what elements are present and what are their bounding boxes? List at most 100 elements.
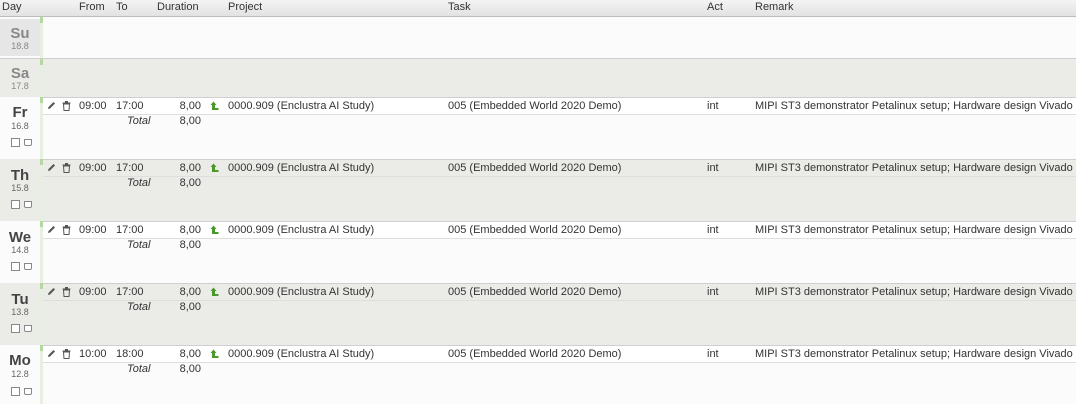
pencil-icon[interactable] <box>47 287 56 296</box>
header-project[interactable]: Project <box>228 1 262 13</box>
header-from[interactable]: From <box>79 1 105 13</box>
day-add-bar[interactable] <box>40 17 43 58</box>
day-thursday: Th 15.8 09:00 17:00 8,00 0000.909 (Enclu… <box>0 159 1076 221</box>
day-name: Sa <box>10 65 30 82</box>
header-remark[interactable]: Remark <box>755 1 794 13</box>
cup-icon[interactable] <box>24 139 32 146</box>
time-entry-row[interactable]: 10:00 18:00 8,00 0000.909 (Enclustra AI … <box>43 346 1076 363</box>
green-arrow-icon[interactable] <box>210 287 219 297</box>
entry-task: 005 (Embedded World 2020 Demo) <box>448 286 622 298</box>
total-label: Total <box>127 177 151 189</box>
entry-duration: 8,00 <box>179 286 201 298</box>
day-total: 8,00 <box>179 115 201 127</box>
entry-to: 17:00 <box>116 162 144 174</box>
green-arrow-icon[interactable] <box>210 163 219 173</box>
copy-icon[interactable] <box>11 324 20 333</box>
entry-task: 005 (Embedded World 2020 Demo) <box>448 224 622 236</box>
cup-icon[interactable] <box>24 263 32 270</box>
entry-duration: 8,00 <box>179 100 201 112</box>
entry-act: int <box>707 100 719 112</box>
trash-icon[interactable] <box>62 101 71 111</box>
day-date: 13.8 <box>11 307 29 317</box>
entry-from: 09:00 <box>79 100 107 112</box>
day-add-bar[interactable] <box>40 59 43 97</box>
day-date: 16.8 <box>11 121 29 131</box>
day-date: 14.8 <box>11 245 29 255</box>
day-date: 18.8 <box>11 41 29 51</box>
time-entry-row[interactable]: 09:00 17:00 8,00 0000.909 (Enclustra AI … <box>43 284 1076 301</box>
entry-duration: 8,00 <box>179 224 201 236</box>
header-duration[interactable]: Duration <box>157 1 199 13</box>
copy-icon[interactable] <box>11 138 20 147</box>
entry-to: 17:00 <box>116 224 144 236</box>
entry-project[interactable]: 0000.909 (Enclustra AI Study) <box>228 348 374 360</box>
cup-icon[interactable] <box>24 388 32 395</box>
entry-from: 09:00 <box>79 224 107 236</box>
table-header: Day From To Duration Project Task Act Re… <box>0 0 1076 17</box>
day-monday: Mo 12.8 10:00 18:00 8,00 0000.909 (Enclu… <box>0 345 1076 404</box>
day-tuesday: Tu 13.8 09:00 17:00 8,00 0000.909 (Enclu… <box>0 283 1076 345</box>
copy-icon[interactable] <box>11 262 20 271</box>
entry-task: 005 (Embedded World 2020 Demo) <box>448 100 622 112</box>
pencil-icon[interactable] <box>47 163 56 172</box>
time-entry-row[interactable]: 09:00 17:00 8,00 0000.909 (Enclustra AI … <box>43 160 1076 177</box>
green-arrow-icon[interactable] <box>210 225 219 235</box>
green-arrow-icon[interactable] <box>210 349 219 359</box>
green-arrow-icon[interactable] <box>210 101 219 111</box>
entry-remark: MIPI ST3 demonstrator Petalinux setup; H… <box>755 162 1073 174</box>
trash-icon[interactable] <box>62 349 71 359</box>
entry-to: 17:00 <box>116 286 144 298</box>
entry-act: int <box>707 286 719 298</box>
pencil-icon[interactable] <box>47 349 56 358</box>
header-task[interactable]: Task <box>448 1 471 13</box>
day-total: 8,00 <box>179 239 201 251</box>
pencil-icon[interactable] <box>47 225 56 234</box>
trash-icon[interactable] <box>62 163 71 173</box>
entry-task: 005 (Embedded World 2020 Demo) <box>448 348 622 360</box>
entry-act: int <box>707 224 719 236</box>
entry-from: 10:00 <box>79 348 107 360</box>
cup-icon[interactable] <box>24 325 32 332</box>
entry-project[interactable]: 0000.909 (Enclustra AI Study) <box>228 162 374 174</box>
day-name: Fr <box>12 104 28 121</box>
entry-remark: MIPI ST3 demonstrator Petalinux setup; H… <box>755 100 1073 112</box>
entry-to: 17:00 <box>116 100 144 112</box>
pencil-icon[interactable] <box>47 101 56 110</box>
entry-duration: 8,00 <box>179 348 201 360</box>
entry-duration: 8,00 <box>179 162 201 174</box>
header-day[interactable]: Day <box>2 1 22 13</box>
entry-remark: MIPI ST3 demonstrator Petalinux setup; H… <box>755 348 1073 360</box>
day-total: 8,00 <box>179 177 201 189</box>
copy-icon[interactable] <box>11 200 20 209</box>
entry-to: 18:00 <box>116 348 144 360</box>
day-saturday: Sa 17.8 <box>0 59 1076 97</box>
entry-task: 005 (Embedded World 2020 Demo) <box>448 162 622 174</box>
total-label: Total <box>127 363 151 375</box>
cup-icon[interactable] <box>24 201 32 208</box>
entry-project[interactable]: 0000.909 (Enclustra AI Study) <box>228 224 374 236</box>
entry-act: int <box>707 348 719 360</box>
day-name: We <box>8 229 32 246</box>
entry-remark: MIPI ST3 demonstrator Petalinux setup; H… <box>755 224 1073 236</box>
time-entry-row[interactable]: 09:00 17:00 8,00 0000.909 (Enclustra AI … <box>43 98 1076 115</box>
entry-from: 09:00 <box>79 286 107 298</box>
entry-remark: MIPI ST3 demonstrator Petalinux setup; H… <box>755 286 1073 298</box>
total-label: Total <box>127 115 151 127</box>
header-to[interactable]: To <box>116 1 128 13</box>
trash-icon[interactable] <box>62 225 71 235</box>
day-date: 17.8 <box>11 81 29 91</box>
day-wednesday: We 14.8 09:00 17:00 8,00 0000.909 (Enclu… <box>0 221 1076 283</box>
entry-project[interactable]: 0000.909 (Enclustra AI Study) <box>228 100 374 112</box>
total-label: Total <box>127 301 151 313</box>
day-total: 8,00 <box>179 363 201 375</box>
total-label: Total <box>127 239 151 251</box>
day-date: 15.8 <box>11 183 29 193</box>
day-name: Mo <box>9 352 31 369</box>
copy-icon[interactable] <box>11 387 20 396</box>
day-date: 12.8 <box>11 369 29 379</box>
day-total: 8,00 <box>179 301 201 313</box>
header-act[interactable]: Act <box>707 1 723 13</box>
entry-project[interactable]: 0000.909 (Enclustra AI Study) <box>228 286 374 298</box>
trash-icon[interactable] <box>62 287 71 297</box>
time-entry-row[interactable]: 09:00 17:00 8,00 0000.909 (Enclustra AI … <box>43 222 1076 239</box>
